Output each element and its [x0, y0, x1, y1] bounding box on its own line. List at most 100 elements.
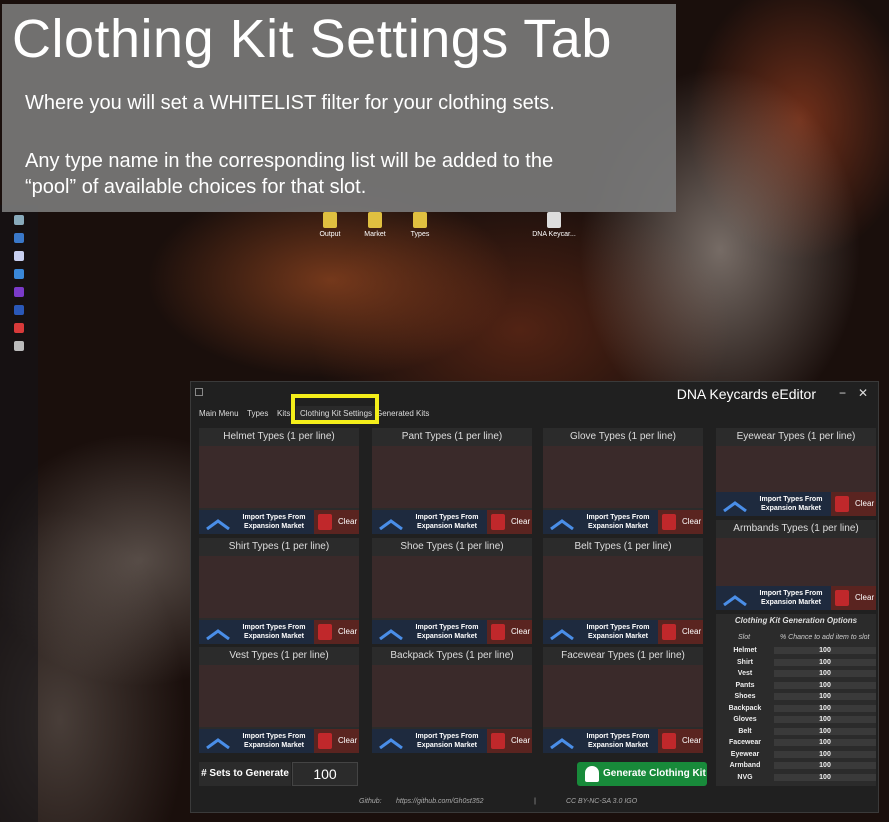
close-button[interactable]: ✕ — [858, 386, 868, 400]
generate-clothing-kit-button[interactable]: Generate Clothing Kit — [577, 762, 707, 786]
clear-button[interactable]: Clear — [831, 586, 876, 610]
visual-studio-icon[interactable] — [14, 287, 24, 297]
clear-button[interactable]: Clear — [314, 620, 359, 644]
import-types-button[interactable]: Import Types From Expansion Market — [199, 510, 314, 534]
banner-line: “pool” of available choices for that slo… — [25, 176, 367, 198]
tab-main-menu[interactable]: Main Menu — [195, 406, 243, 421]
clear-button[interactable]: Clear — [314, 729, 359, 753]
chance-input[interactable]: 100 — [774, 647, 876, 654]
app-icon[interactable] — [14, 251, 24, 261]
options-row: Pants 100 — [716, 681, 876, 693]
desktop-icon-types[interactable]: Types — [395, 212, 445, 238]
slot-name: Vest — [737, 670, 753, 677]
trash-icon — [835, 590, 849, 606]
import-types-button[interactable]: Import Types From Expansion Market — [543, 510, 658, 534]
eyewear-types-input[interactable] — [716, 446, 876, 492]
tab-generated-kits[interactable]: Generated Kits — [372, 406, 433, 421]
app-icon[interactable] — [14, 305, 24, 315]
slot-name: Shoes — [734, 693, 756, 700]
armbands-types-input[interactable] — [716, 538, 876, 586]
clear-button[interactable]: Clear — [658, 510, 703, 534]
import-types-label: Import Types From Expansion Market — [759, 496, 823, 512]
trash-icon — [662, 733, 676, 749]
vest-types-input[interactable] — [199, 665, 359, 727]
clear-label: Clear — [855, 593, 875, 602]
belt-types-panel: Belt Types (1 per line) Import Types Fro… — [543, 538, 703, 644]
chevron-up-icon — [206, 629, 230, 640]
pant-types-input[interactable] — [372, 446, 532, 508]
import-types-button[interactable]: Import Types From Expansion Market — [372, 729, 487, 753]
clear-button[interactable]: Clear — [658, 729, 703, 753]
import-types-button[interactable]: Import Types From Expansion Market — [199, 620, 314, 644]
minimize-button[interactable]: − — [839, 386, 846, 400]
panel-header: Vest Types (1 per line) — [199, 647, 359, 665]
panel-header: Belt Types (1 per line) — [543, 538, 703, 556]
chevron-up-icon — [723, 595, 747, 606]
clear-button[interactable]: Clear — [487, 620, 532, 644]
panel-header: Shirt Types (1 per line) — [199, 538, 359, 556]
powershell-icon[interactable] — [14, 233, 24, 243]
chance-input[interactable]: 100 — [774, 750, 876, 758]
chance-input[interactable]: 100 — [774, 716, 876, 723]
import-types-button[interactable]: Import Types From Expansion Market — [199, 729, 314, 753]
import-types-button[interactable]: Import Types From Expansion Market — [372, 620, 487, 644]
eyewear-types-panel: Eyewear Types (1 per line) Import Types … — [716, 428, 876, 516]
import-types-button[interactable]: Import Types From Expansion Market — [372, 510, 487, 534]
import-types-label: Import Types From Expansion Market — [586, 733, 650, 749]
desktop-icon-market[interactable]: Market — [350, 212, 400, 238]
slot-name: Shirt — [737, 658, 753, 666]
clear-button[interactable]: Clear — [487, 510, 532, 534]
import-types-label: Import Types From Expansion Market — [242, 514, 306, 530]
app-icon[interactable] — [14, 323, 24, 333]
clear-button[interactable]: Clear — [314, 510, 359, 534]
shirt-types-input[interactable] — [199, 556, 359, 618]
sets-to-generate-input[interactable]: 100 — [292, 762, 358, 786]
tab-types[interactable]: Types — [243, 406, 272, 421]
panel-footer: Import Types From Expansion Market Clear — [543, 510, 703, 534]
clear-button[interactable]: Clear — [831, 492, 876, 516]
column-header-slot: Slot — [738, 634, 751, 641]
options-row: Eyewear 100 — [716, 750, 876, 762]
desktop-taskbar — [0, 205, 38, 822]
github-link[interactable]: https://github.com/Gh0st352 — [396, 798, 484, 805]
chance-input[interactable]: 100 — [774, 762, 876, 769]
chance-input[interactable]: 100 — [774, 681, 876, 689]
app-icon[interactable] — [14, 215, 24, 225]
panel-header: Shoe Types (1 per line) — [372, 538, 532, 556]
chance-input[interactable]: 100 — [774, 658, 876, 666]
panel-footer: Import Types From Expansion Market Clear — [716, 586, 876, 610]
desktop-icon-output[interactable]: Output — [305, 212, 355, 238]
chance-input[interactable]: 100 — [774, 739, 876, 746]
trash-icon — [318, 624, 332, 640]
clear-button[interactable]: Clear — [487, 729, 532, 753]
license-text: CC BY-NC-SA 3.0 IGO — [566, 798, 638, 805]
helmet-types-input[interactable] — [199, 446, 359, 508]
facewear-types-input[interactable] — [543, 665, 703, 727]
import-types-button[interactable]: Import Types From Expansion Market — [716, 492, 831, 516]
import-types-button[interactable]: Import Types From Expansion Market — [543, 620, 658, 644]
slot-name: Backpack — [728, 704, 762, 712]
options-row: Helmet 100 — [716, 647, 876, 658]
chance-input[interactable]: 100 — [774, 693, 876, 700]
folder-icon[interactable] — [14, 269, 24, 279]
panel-footer: Import Types From Expansion Market Clear — [199, 729, 359, 753]
desktop-icon-dna-keycards[interactable]: DNA Keycar... — [529, 212, 579, 238]
chevron-up-icon — [379, 519, 403, 530]
chance-input[interactable]: 100 — [774, 773, 876, 781]
import-types-button[interactable]: Import Types From Expansion Market — [543, 729, 658, 753]
options-row: Shirt 100 — [716, 658, 876, 670]
import-types-button[interactable]: Import Types From Expansion Market — [716, 586, 831, 610]
chance-input[interactable]: 100 — [774, 670, 876, 677]
shoe-types-input[interactable] — [372, 556, 532, 618]
belt-types-input[interactable] — [543, 556, 703, 618]
slot-name: Helmet — [733, 647, 757, 654]
app-icon[interactable] — [14, 341, 24, 351]
clear-button[interactable]: Clear — [658, 620, 703, 644]
backpack-types-input[interactable] — [372, 665, 532, 727]
shoe-types-panel: Shoe Types (1 per line) Import Types Fro… — [372, 538, 532, 644]
chance-input[interactable]: 100 — [774, 704, 876, 712]
glove-types-input[interactable] — [543, 446, 703, 508]
chance-input[interactable]: 100 — [774, 727, 876, 735]
folder-icon — [323, 212, 337, 228]
trash-icon — [835, 496, 849, 512]
